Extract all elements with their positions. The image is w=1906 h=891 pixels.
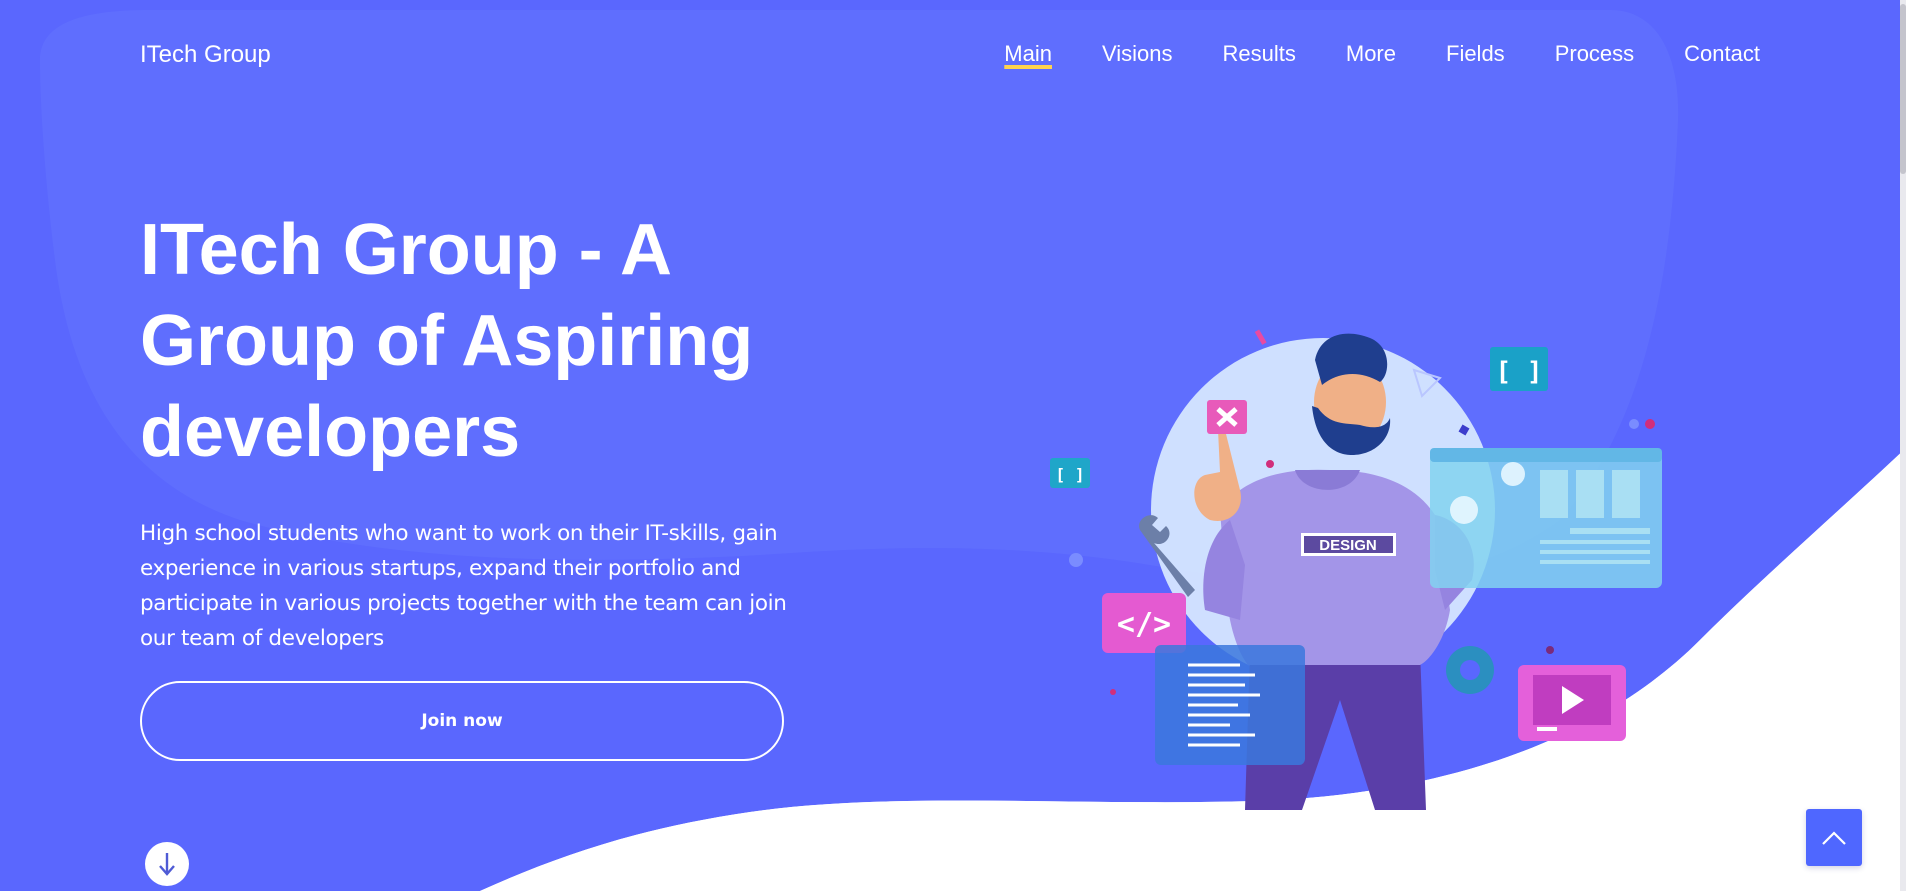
hero-title-line: Group of Aspiring [140,301,754,381]
hero-description: High school students who want to work on… [140,521,787,651]
shirt-label-text: DESIGN [1319,537,1377,554]
back-to-top-button[interactable] [1806,809,1862,866]
hero-title-line: developers [140,392,521,472]
join-now-button[interactable]: Join now [140,681,784,761]
nav-item-main[interactable]: Main [1004,41,1052,67]
code-brackets-icon: [ ] [1490,347,1548,391]
nav-item-fields[interactable]: Fields [1446,41,1505,67]
scrollbar-thumb[interactable] [1900,4,1906,174]
main-nav: Main Visions Results More Fields Process… [954,41,1760,67]
hero-title-line: ITech Group - A [140,210,672,290]
svg-text:[ ]: [ ] [1056,465,1085,484]
developer-illustration: [ ] [ ] DESIGN </> [1050,329,1662,810]
site-header: ITech Group Main Visions Results More Fi… [140,38,1760,74]
gear-icon [1446,646,1494,694]
page-scrollbar[interactable] [1900,0,1906,891]
code-brackets-icon: [ ] [1050,458,1090,488]
document-icon [1155,645,1305,765]
play-icon [1518,665,1626,741]
nav-item-contact[interactable]: Contact [1684,41,1760,67]
svg-text:[ ]: [ ] [1496,357,1543,387]
scroll-down-button[interactable] [145,842,189,886]
nav-item-more[interactable]: More [1346,41,1396,67]
browser-window-icon [1430,448,1662,588]
nav-item-results[interactable]: Results [1223,41,1296,67]
chevron-up-icon [1822,830,1846,845]
nav-item-visions[interactable]: Visions [1102,41,1173,67]
nav-item-process[interactable]: Process [1555,41,1634,67]
arrow-down-icon [159,853,175,876]
svg-text:</>: </> [1117,607,1171,642]
hero-title: ITech Group - A Group of Aspiring develo… [140,205,860,478]
brand-logo-link[interactable]: ITech Group [140,41,271,69]
close-icon [1207,400,1247,434]
code-tag-icon: </> [1102,593,1186,653]
